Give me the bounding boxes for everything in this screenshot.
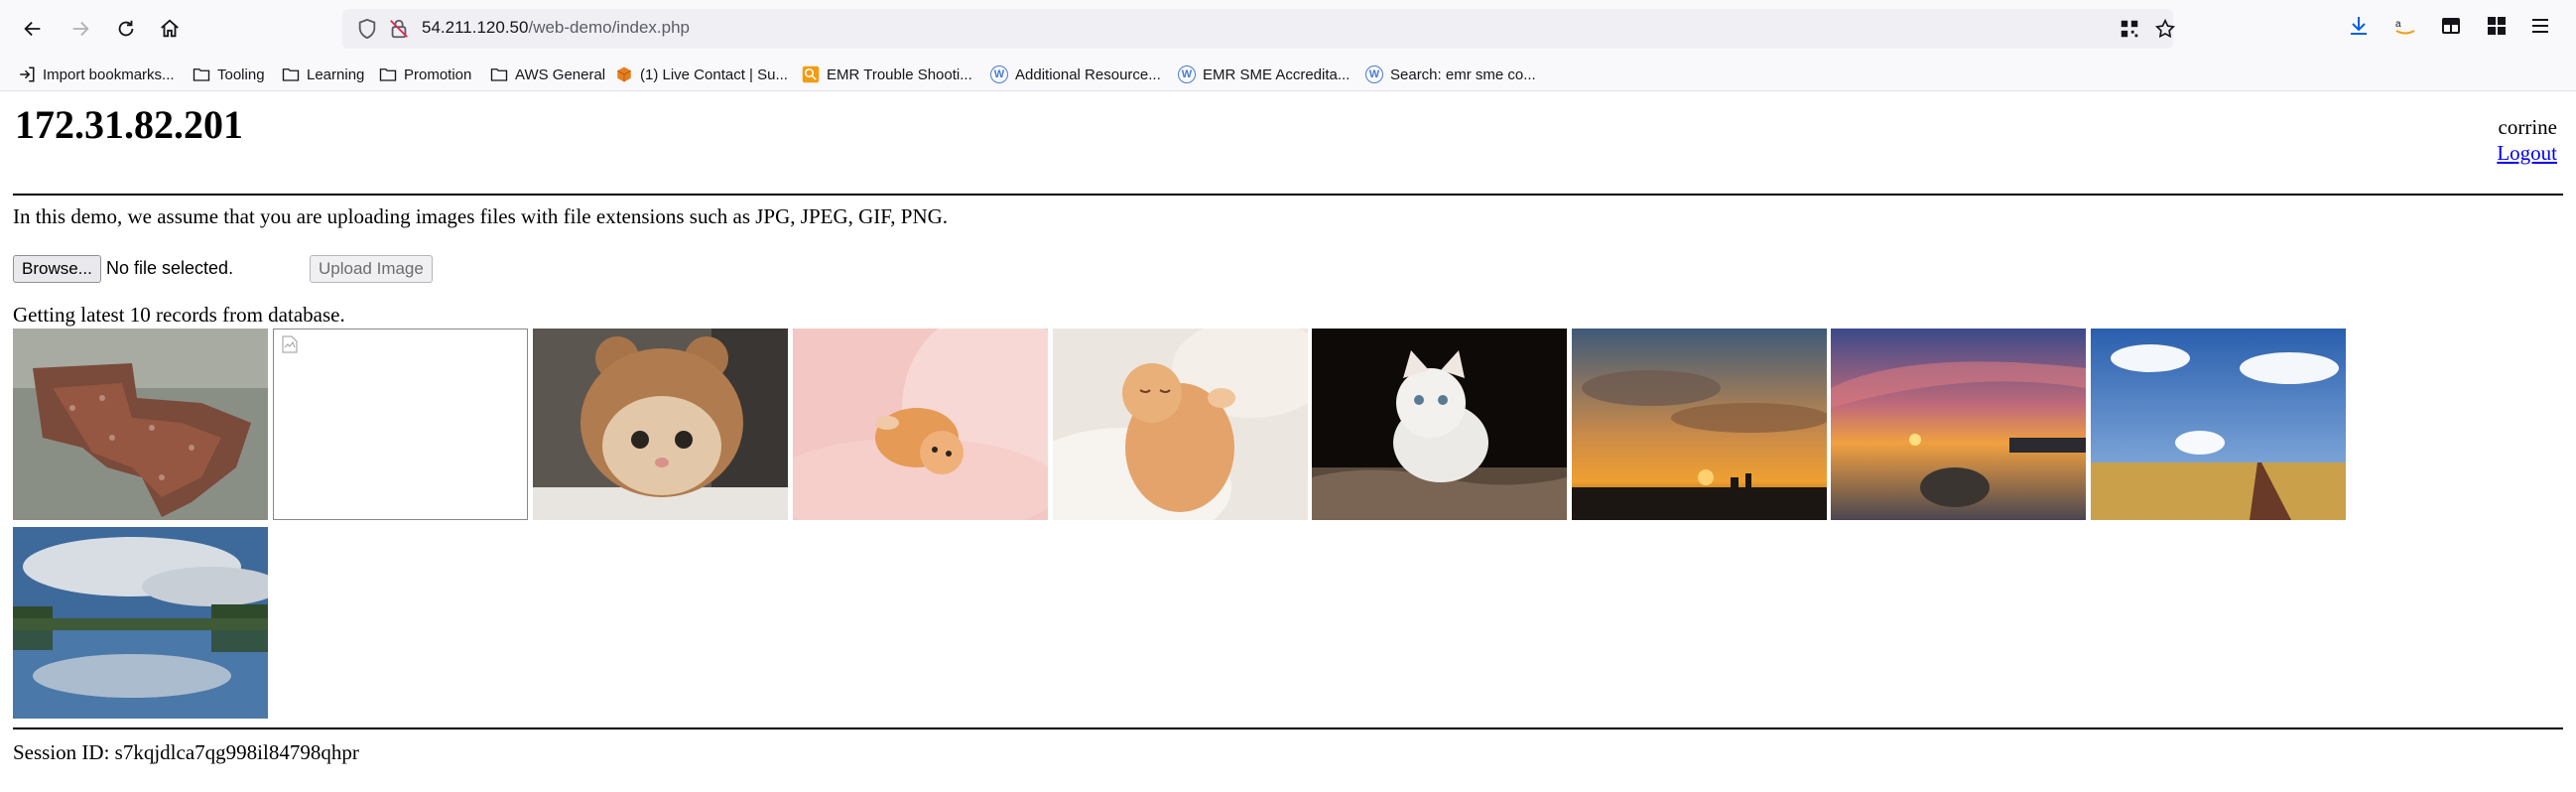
import-icon: [20, 66, 35, 82]
gallery-image-kitten-bear-hat[interactable]: [533, 329, 788, 520]
file-status-text: No file selected.: [106, 258, 234, 278]
folder-icon: [282, 68, 300, 81]
wiki-icon: W: [1365, 66, 1383, 83]
upload-image-button[interactable]: Upload Image: [310, 255, 433, 283]
gallery-image-blue-sky-field[interactable]: [2091, 329, 2346, 520]
sunset-beach-rock-photo: [1831, 329, 2086, 520]
bookmark-label: Import bookmarks...: [43, 66, 175, 83]
bookmark-label: (1) Live Contact | Su...: [640, 66, 788, 83]
shield-icon[interactable]: [356, 18, 378, 40]
hamburger-menu-icon[interactable]: [2528, 14, 2552, 38]
kitten-pink-blanket-photo: [793, 329, 1048, 520]
sunset-city-photo: [1572, 329, 1827, 520]
bookmark-folder-aws-general[interactable]: AWS General: [490, 64, 605, 85]
logout-link[interactable]: Logout: [2497, 141, 2557, 165]
folder-icon: [193, 68, 210, 81]
session-id-text: Session ID: s7kqjdlca7qg998il84798qhpr: [13, 740, 359, 764]
bookmarks-toolbar: Import bookmarks... Tooling Learning Pro…: [0, 58, 2576, 91]
lake-reflection-photo: [13, 527, 268, 719]
kitten-sleeping-photo: [1053, 329, 1308, 520]
bookmark-label: Search: emr sme co...: [1390, 66, 1536, 83]
bookmark-star-icon[interactable]: [2154, 18, 2176, 40]
broken-image-icon: [282, 335, 298, 353]
svg-text:a: a: [2395, 19, 2401, 30]
url-text[interactable]: 54.211.120.50/web-demo/index.php: [422, 18, 690, 38]
bookmark-search-emr-sme[interactable]: W Search: emr sme co...: [1365, 64, 1536, 85]
gallery-image-kitten-sleeping[interactable]: [1053, 329, 1308, 520]
bookmark-label: EMR Trouble Shooti...: [827, 66, 972, 83]
username: corrine: [2498, 115, 2557, 139]
forward-button[interactable]: [64, 12, 97, 46]
bookmark-label: EMR SME Accredita...: [1203, 66, 1351, 83]
browse-button[interactable]: Browse...: [13, 255, 101, 283]
insecure-lock-icon[interactable]: [388, 18, 410, 40]
user-panel: corrine Logout: [2497, 114, 2557, 166]
bookmark-emr-sme-accreditation[interactable]: W EMR SME Accredita...: [1178, 64, 1350, 85]
back-arrow-icon: [24, 21, 41, 37]
records-text: Getting latest 10 records from database.: [13, 303, 345, 327]
gallery-image-white-kitten[interactable]: [1312, 329, 1567, 520]
browser-toolbar: 54.211.120.50/web-demo/index.php a: [0, 0, 2576, 58]
address-bar[interactable]: 54.211.120.50/web-demo/index.php: [342, 9, 2176, 49]
reload-icon: [118, 20, 134, 37]
bookmark-additional-resources[interactable]: W Additional Resource...: [990, 64, 1161, 85]
host-ip-heading: 172.31.82.201: [15, 102, 243, 147]
bookmark-label: Promotion: [404, 66, 472, 83]
gallery-image-sunset-city[interactable]: [1572, 329, 1827, 520]
bookmark-folder-tooling[interactable]: Tooling: [193, 64, 265, 85]
bookmark-folder-promotion[interactable]: Promotion: [379, 64, 471, 85]
amazon-extension-icon[interactable]: a: [2393, 14, 2417, 38]
qr-code-icon[interactable]: [2119, 18, 2140, 40]
bookmark-label: Learning: [307, 66, 365, 83]
bookmark-folder-learning[interactable]: Learning: [282, 64, 364, 85]
bookmark-live-contact[interactable]: (1) Live Contact | Su...: [615, 64, 788, 85]
cube-icon: [617, 66, 631, 82]
gallery-image-crowd-map[interactable]: [13, 329, 268, 520]
wiki-icon: W: [1178, 66, 1196, 83]
crowd-map-photo: [13, 329, 268, 520]
divider-top: [13, 194, 2563, 196]
folder-icon: [490, 68, 508, 81]
back-button[interactable]: [16, 12, 50, 46]
gallery-image-lake-reflection[interactable]: [13, 527, 268, 719]
gallery-image-kitten-pink-blanket[interactable]: [793, 329, 1048, 520]
wiki-icon: W: [990, 66, 1008, 83]
white-kitten-photo: [1312, 329, 1567, 520]
bookmark-import[interactable]: Import bookmarks...: [18, 64, 175, 85]
intro-text: In this demo, we assume that you are upl…: [13, 204, 949, 228]
bookmark-label: AWS General: [515, 66, 606, 83]
bookmark-label: Additional Resource...: [1015, 66, 1161, 83]
bookmark-label: Tooling: [217, 66, 265, 83]
search-orange-icon: [802, 66, 820, 83]
url-path: /web-demo/index.php: [528, 18, 691, 37]
bookmark-emr-troubleshooting[interactable]: EMR Trouble Shooti...: [802, 64, 972, 85]
gallery-image-sunset-beach[interactable]: [1831, 329, 2086, 520]
folder-icon: [379, 68, 397, 81]
blue-sky-field-road-photo: [2091, 329, 2346, 520]
extensions-grid-icon[interactable]: [2485, 14, 2509, 38]
home-icon: [161, 19, 179, 38]
divider-bottom: [13, 727, 2563, 729]
home-button[interactable]: [153, 12, 187, 46]
url-host: 54.211.120.50: [422, 18, 529, 37]
forward-arrow-icon: [72, 21, 89, 37]
gallery-image-broken[interactable]: [273, 329, 528, 520]
reload-button[interactable]: [109, 12, 143, 46]
download-icon[interactable]: [2347, 14, 2371, 38]
kitten-bear-hat-photo: [533, 329, 788, 520]
container-tabs-icon[interactable]: [2439, 14, 2463, 38]
